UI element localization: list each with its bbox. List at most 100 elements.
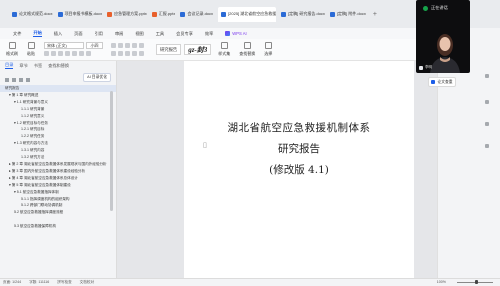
tab-item[interactable]: 会议记录.docx bbox=[180, 9, 213, 20]
toc-item[interactable]: 1.3.2 研究方法 bbox=[0, 154, 116, 161]
toc-item[interactable]: ▾ 5.1 航空应急救援指挥体制 bbox=[0, 189, 116, 196]
toc-item[interactable]: ▾ 1.3 研究内容与方法 bbox=[0, 140, 116, 147]
ribbon-menu-item[interactable]: 工具 bbox=[156, 31, 164, 37]
toc-item[interactable]: 研究报告 bbox=[0, 85, 116, 92]
bold-icon[interactable] bbox=[44, 51, 49, 56]
toc-item[interactable]: 1.2.2 研究任务 bbox=[0, 133, 116, 140]
file-icon bbox=[57, 11, 63, 17]
align-center-icon[interactable] bbox=[118, 50, 123, 56]
video-call-window[interactable]: 正在讲话 李明 bbox=[416, 0, 470, 73]
toc-item[interactable]: 5.1.1 指挥调度机构的组织架构 bbox=[0, 196, 116, 203]
tab-item[interactable]: 论文格式规范.docx bbox=[12, 9, 53, 20]
font-style-icons[interactable] bbox=[44, 51, 103, 57]
subscript-icon[interactable] bbox=[79, 51, 84, 56]
ribbon-menu-item[interactable]: 页面 bbox=[74, 31, 82, 37]
navigation-tab[interactable]: 查找和替换 bbox=[48, 63, 69, 69]
new-tab-button[interactable]: + bbox=[373, 11, 377, 18]
translate-icon[interactable] bbox=[485, 74, 489, 78]
paste-button[interactable]: 粘贴 bbox=[27, 42, 35, 57]
ribbon-menu-item[interactable]: 会员专享 bbox=[176, 31, 193, 37]
ribbon-menu-item[interactable]: 审阅 bbox=[115, 31, 123, 37]
check-paper-button[interactable]: 论文查重 bbox=[428, 77, 456, 87]
toc-item[interactable]: 1.2.1 研究目标 bbox=[0, 126, 116, 133]
page-indicator[interactable]: 页面: 1/244 bbox=[3, 280, 21, 285]
toc-item[interactable]: 1.1.1 研究背景 bbox=[0, 106, 116, 113]
zoom-level[interactable]: 100% bbox=[437, 280, 446, 284]
toc-tool-icons[interactable] bbox=[5, 69, 33, 87]
zoom-slider[interactable] bbox=[457, 280, 493, 284]
toc-item[interactable]: 5.2 航空应急救援指挥调度流程 bbox=[0, 209, 116, 216]
collapse-icon[interactable] bbox=[12, 77, 16, 82]
strikethrough-icon[interactable] bbox=[65, 51, 70, 56]
right-tool-row[interactable] bbox=[438, 120, 500, 130]
tab-item[interactable]: [定稿] 研究报告.docx bbox=[281, 9, 325, 20]
sort-icon[interactable] bbox=[139, 42, 144, 48]
ribbon-menu-item[interactable]: 开始 bbox=[33, 30, 42, 37]
ribbon-menu-item[interactable]: 效率 bbox=[205, 31, 213, 37]
cursor-icon[interactable] bbox=[485, 122, 489, 126]
navigation-tab[interactable]: 书签 bbox=[34, 63, 42, 69]
toc-item[interactable]: ▾ 第 1 章 研究概述 bbox=[0, 92, 116, 99]
toc-item[interactable] bbox=[0, 216, 116, 223]
justify-icon[interactable] bbox=[132, 50, 137, 56]
bullet-list-icon[interactable] bbox=[111, 42, 116, 48]
ai-toc-button[interactable]: AI 目录优化 bbox=[83, 73, 111, 82]
proofread[interactable]: 文档校对 bbox=[80, 280, 94, 285]
ribbon-menu-item[interactable]: 插入 bbox=[54, 31, 62, 37]
toc-item[interactable]: 5.1.2 跨部门联动协调机制 bbox=[0, 202, 116, 209]
style-heading[interactable]: gz-封3 bbox=[184, 44, 212, 55]
toc-item[interactable]: ▸ 第 3 章 国内外航空应急救援体系建设经验分析 bbox=[0, 168, 116, 175]
toc-item[interactable]: ▾ 1.1 研究背景与意义 bbox=[0, 99, 116, 106]
right-tool-row[interactable] bbox=[438, 98, 500, 108]
toc-item[interactable]: ▾ 1.2 研究目标与任务 bbox=[0, 120, 116, 127]
document-page[interactable]: ▯ 湖北省航空应急救援机制体系 研究报告 (修改版 4.1) bbox=[184, 61, 414, 278]
tab-item[interactable]: [2025] 湖北省航空应急救援... bbox=[218, 6, 277, 22]
line-spacing-icon[interactable] bbox=[139, 50, 144, 56]
toc-item[interactable]: ▸ 第 2 章 湖北省航空应急救援体系发展现状与国内外经验分析 bbox=[0, 161, 116, 168]
paragraph-icons-row2[interactable] bbox=[111, 50, 146, 57]
paragraph-controls bbox=[111, 42, 146, 57]
numbered-list-icon[interactable] bbox=[118, 42, 123, 48]
tab-item[interactable]: 项目申报书模板.docx bbox=[57, 9, 102, 20]
toc-item[interactable]: ▾ 第 5 章 湖北省航空应急救援体制建设 bbox=[0, 182, 116, 189]
find-replace-button[interactable]: 查找替换 bbox=[239, 42, 255, 57]
ribbon-menu-item[interactable]: 引用 bbox=[95, 31, 103, 37]
add-heading-icon[interactable] bbox=[19, 77, 23, 82]
toc-item[interactable]: 5.3 航空应急救援保障机构 bbox=[0, 223, 116, 230]
font-size-select[interactable]: 小四 bbox=[86, 42, 103, 49]
spell-check[interactable]: 拼写检查 bbox=[57, 280, 71, 285]
align-left-icon[interactable] bbox=[111, 50, 116, 56]
wps-ai-button[interactable]: WPS AI bbox=[225, 31, 247, 36]
style-normal[interactable]: 研究报告 bbox=[156, 44, 182, 55]
word-count[interactable]: 字数: 111116 bbox=[29, 280, 49, 285]
share-icon[interactable] bbox=[485, 144, 489, 148]
right-tool-row[interactable] bbox=[438, 142, 500, 152]
toc-item[interactable]: 1.1.2 研究意义 bbox=[0, 113, 116, 120]
format-painter-button[interactable]: 格式刷 bbox=[6, 42, 18, 57]
align-right-icon[interactable] bbox=[125, 50, 130, 56]
indent-icon[interactable] bbox=[125, 42, 130, 48]
superscript-icon[interactable] bbox=[72, 51, 77, 56]
ribbon-menu-item[interactable]: 视图 bbox=[135, 31, 143, 37]
tab-item[interactable]: 应急管理方案.pptx bbox=[107, 9, 147, 20]
settings-icon[interactable] bbox=[26, 77, 30, 82]
style-set-button[interactable]: 样式集 bbox=[218, 42, 230, 57]
italic-icon[interactable] bbox=[51, 51, 56, 56]
expand-icon[interactable] bbox=[5, 77, 9, 82]
sidebar-scrollbar[interactable] bbox=[110, 91, 113, 211]
tab-item[interactable]: 汇报.pptx bbox=[151, 9, 175, 20]
font-color-icon[interactable] bbox=[86, 51, 91, 56]
select-button[interactable]: 选择 bbox=[264, 42, 272, 57]
tab-item[interactable]: [定稿] 附件.docx bbox=[329, 9, 366, 20]
underline-icon[interactable] bbox=[58, 51, 63, 56]
paragraph-icons-row1[interactable] bbox=[111, 42, 146, 49]
document-title: 湖北省航空应急救援机制体系 bbox=[227, 122, 371, 134]
comment-icon[interactable] bbox=[485, 100, 489, 104]
font-family-select[interactable]: 宋体 (正文) bbox=[44, 42, 84, 49]
file-icon bbox=[180, 11, 186, 17]
toc-item[interactable]: 1.3.1 研究内容 bbox=[0, 147, 116, 154]
ribbon-menu-item[interactable]: 文件 bbox=[13, 31, 21, 37]
toc-item[interactable]: ▸ 第 4 章 湖北省航空应急救援体系总体设计 bbox=[0, 175, 116, 182]
outdent-icon[interactable] bbox=[132, 42, 137, 48]
participant-name: 李明 bbox=[419, 65, 432, 70]
